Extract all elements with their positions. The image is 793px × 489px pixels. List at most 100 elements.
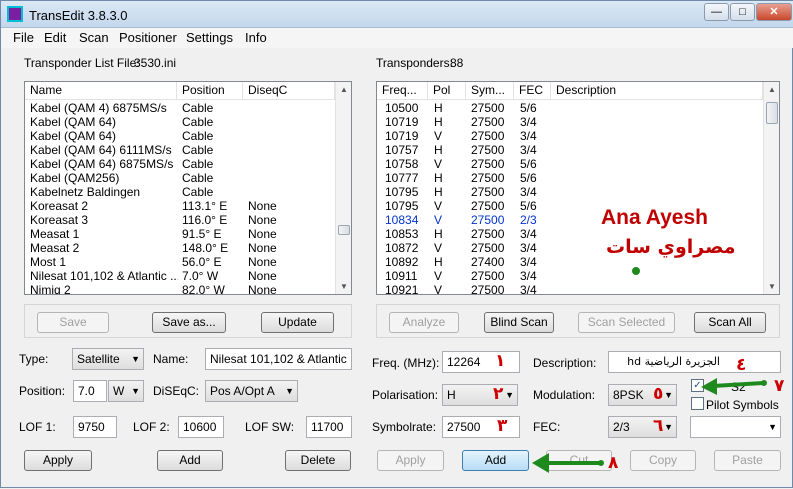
add-satellite-button[interactable]: Add <box>157 450 223 471</box>
menu-file[interactable]: File <box>13 30 34 45</box>
cut-button[interactable]: Cut <box>546 450 612 471</box>
s2-checkbox[interactable]: ✓ <box>691 379 704 392</box>
transponder-row[interactable]: 10795 H 27500 3/4 <box>377 185 763 199</box>
satellite-diseqc <box>248 101 333 115</box>
satellite-row[interactable]: Kabel (QAM 64) Cable <box>25 115 335 129</box>
satellite-row[interactable]: Kabel (QAM256) Cable <box>25 171 335 185</box>
annotation-3: ٣ <box>497 416 508 436</box>
column-header-frequency[interactable]: Freq... <box>377 82 428 100</box>
apply-transponder-button[interactable]: Apply <box>377 450 444 471</box>
menu-scan[interactable]: Scan <box>79 30 109 45</box>
satellite-row[interactable]: Kabel (QAM 64) Cable <box>25 129 335 143</box>
satellite-row[interactable]: Nilesat 101,102 & Atlantic ... 7.0° W None <box>25 269 335 283</box>
lofsw-field[interactable]: 11700 <box>306 416 352 438</box>
menu-settings[interactable]: Settings <box>186 30 233 45</box>
column-header-diseqc[interactable]: DiseqC <box>243 82 335 100</box>
scroll-down-arrow-icon[interactable]: ▼ <box>768 282 776 291</box>
transponder-fec: 5/6 <box>520 101 537 115</box>
lof1-field[interactable]: 9750 <box>73 416 117 438</box>
update-button[interactable]: Update <box>261 312 334 333</box>
extra-select[interactable]: ▼ <box>690 416 781 438</box>
menu-edit[interactable]: Edit <box>44 30 66 45</box>
transponder-list-scrollbar[interactable]: ▲ ▼ <box>763 82 779 294</box>
apply-satellite-button[interactable]: Apply <box>24 450 92 471</box>
satellite-row[interactable]: Koreasat 3 116.0° E None <box>25 213 335 227</box>
satellite-row[interactable]: Most 1 56.0° E None <box>25 255 335 269</box>
satellite-row[interactable]: Kabel (QAM 64) 6875MS/s Cable <box>25 157 335 171</box>
scan-selected-button[interactable]: Scan Selected <box>578 312 675 333</box>
scroll-up-arrow-icon[interactable]: ▲ <box>768 85 776 94</box>
description-field[interactable]: الجزيرة الرياضية hd <box>608 351 781 373</box>
frequency-field[interactable]: 12264 <box>442 351 520 373</box>
transponder-row[interactable]: 10921 V 27500 3/4 <box>377 283 763 294</box>
transponder-symbolrate: 27500 <box>471 185 505 199</box>
type-select[interactable]: Satellite ▼ <box>72 348 144 370</box>
delete-satellite-button[interactable]: Delete <box>285 450 351 471</box>
column-header-position[interactable]: Position <box>177 82 243 100</box>
transponder-row[interactable]: 10500 H 27500 5/6 <box>377 101 763 115</box>
transponder-polarisation: V <box>434 157 443 171</box>
column-header-description[interactable]: Description <box>551 82 763 100</box>
symbolrate-field[interactable]: 27500 <box>442 416 520 438</box>
position-direction-select[interactable]: W ▼ <box>108 380 144 402</box>
scroll-thumb[interactable] <box>338 225 350 235</box>
polarisation-select[interactable]: H ▼ <box>442 384 518 406</box>
name-field[interactable]: Nilesat 101,102 & Atlantic Bird <box>205 348 352 370</box>
transponder-row[interactable]: 10777 H 27500 5/6 <box>377 171 763 185</box>
satellite-row[interactable]: Measat 1 91.5° E None <box>25 227 335 241</box>
satellite-row[interactable]: Kabelnetz Baldingen Cable <box>25 185 335 199</box>
satellite-diseqc: None <box>248 269 277 283</box>
position-field[interactable]: 7.0 <box>73 380 107 402</box>
close-button[interactable]: ✕ <box>756 3 792 21</box>
save-button[interactable]: Save <box>37 312 109 333</box>
blind-scan-button[interactable]: Blind Scan <box>484 312 554 333</box>
satellite-list[interactable]: Name Position DiseqC Kabel (QAM 4) 6875M… <box>24 81 352 295</box>
menu-info[interactable]: Info <box>245 30 267 45</box>
annotation-4: ٤ <box>736 355 747 375</box>
satellite-row[interactable]: Nimiq 2 82.0° W None <box>25 283 335 294</box>
transponder-row[interactable]: 10719 V 27500 3/4 <box>377 129 763 143</box>
add-transponder-button[interactable]: Add <box>462 450 529 471</box>
annotation-5: ٥ <box>653 384 664 404</box>
minimize-button[interactable]: — <box>704 3 729 21</box>
transponder-frequency: 10853 <box>385 227 419 241</box>
maximize-button[interactable]: □ <box>730 3 755 21</box>
column-header-symbolrate[interactable]: Sym... <box>466 82 514 100</box>
analyze-button[interactable]: Analyze <box>389 312 459 333</box>
scroll-thumb[interactable] <box>766 102 778 124</box>
scan-all-button[interactable]: Scan All <box>694 312 766 333</box>
satellite-row[interactable]: Kabel (QAM 4) 6875MS/s Cable <box>25 101 335 115</box>
copy-button[interactable]: Copy <box>630 450 696 471</box>
satellite-row[interactable]: Kabel (QAM 64) 6111MS/s Cable <box>25 143 335 157</box>
menu-positioner[interactable]: Positioner <box>119 30 177 45</box>
transponder-list[interactable]: Freq... Pol Sym... FEC Description 10500… <box>376 81 780 295</box>
transponder-frequency: 10795 <box>385 199 419 213</box>
save-as-button[interactable]: Save as... <box>152 312 226 333</box>
transedit-window: TransEdit 3.8.3.0 — □ ✕ File Edit Scan P… <box>0 0 793 488</box>
diseqc-label: DiSEqC: <box>153 384 200 398</box>
transponder-row[interactable]: 10757 H 27500 3/4 <box>377 143 763 157</box>
transponder-row[interactable]: 10911 V 27500 3/4 <box>377 269 763 283</box>
satellite-row[interactable]: Measat 2 148.0° E None <box>25 241 335 255</box>
satellite-list-scrollbar[interactable]: ▲ ▼ <box>335 82 351 294</box>
diseqc-select[interactable]: Pos A/Opt A ▼ <box>205 380 298 402</box>
scroll-down-arrow-icon[interactable]: ▼ <box>340 282 348 291</box>
satellite-position: Cable <box>182 143 214 157</box>
satellite-name: Kabel (QAM 4) 6875MS/s <box>30 101 167 115</box>
lof2-field[interactable]: 10600 <box>178 416 224 438</box>
satellite-position: 116.0° E <box>182 213 228 227</box>
transponder-row[interactable]: 10758 V 27500 5/6 <box>377 157 763 171</box>
column-header-fec[interactable]: FEC <box>514 82 551 100</box>
modulation-value: 8PSK <box>613 388 644 402</box>
paste-button[interactable]: Paste <box>714 450 781 471</box>
transponder-row[interactable]: 10719 H 27500 3/4 <box>377 115 763 129</box>
column-header-name[interactable]: Name <box>25 82 177 100</box>
transponder-polarisation: V <box>434 241 443 255</box>
column-header-polarisation[interactable]: Pol <box>428 82 466 100</box>
transponder-polarisation: H <box>434 171 443 185</box>
scroll-up-arrow-icon[interactable]: ▲ <box>340 85 348 94</box>
pilot-symbols-checkbox[interactable] <box>691 397 704 410</box>
modulation-select[interactable]: 8PSK ▼ <box>608 384 677 406</box>
fec-select[interactable]: 2/3 ▼ <box>608 416 677 438</box>
satellite-row[interactable]: Koreasat 2 113.1° E None <box>25 199 335 213</box>
